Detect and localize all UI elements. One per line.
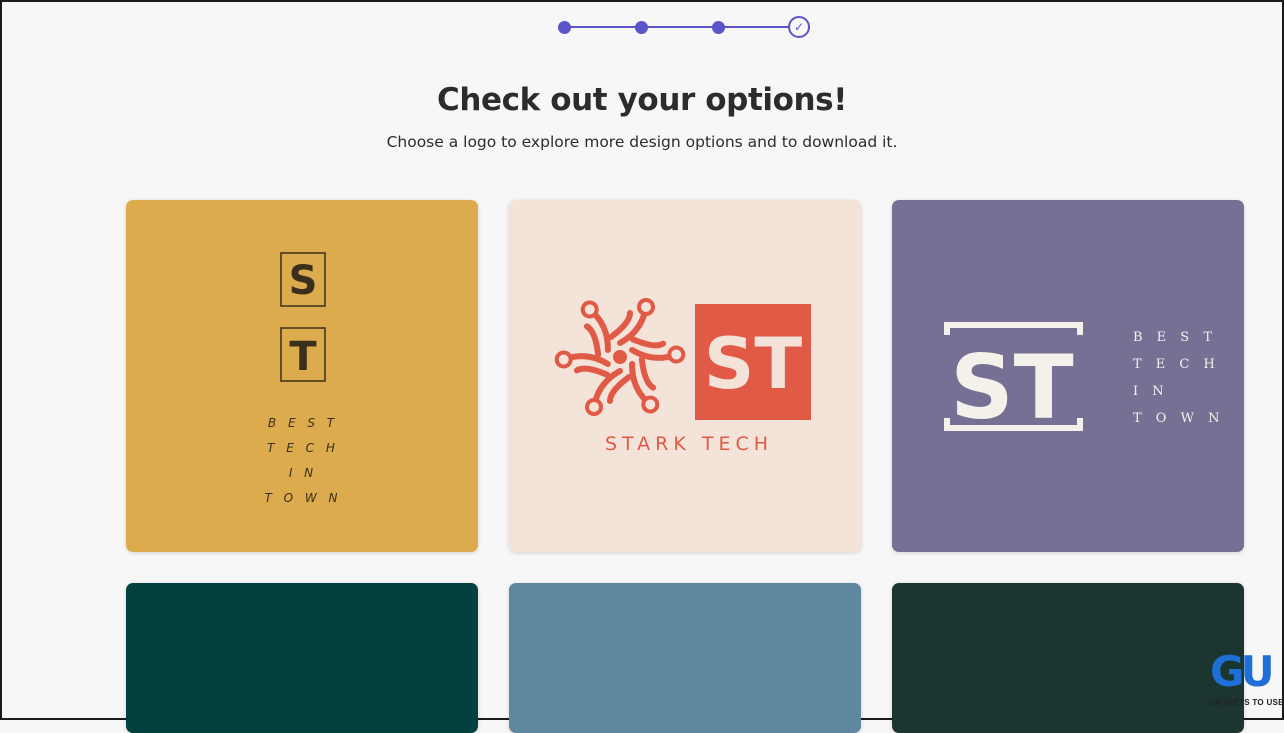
logo-2-monogram: ST — [704, 323, 802, 405]
stepper-line — [566, 26, 798, 28]
logo-2-brand-name: STARK TECH — [605, 433, 773, 455]
step-3-complete[interactable] — [712, 21, 725, 34]
logo-5-background — [509, 583, 861, 733]
watermark-logo: GU GADGETS TO USE — [1208, 650, 1284, 720]
logo-1-tagline-line: B E S T — [268, 416, 338, 430]
logo-option-5[interactable] — [509, 583, 861, 733]
logo-3-artwork: ST B E S T T E C H I N T O W N — [892, 200, 1244, 552]
step-2-complete[interactable] — [635, 21, 648, 34]
logo-1-letter: S — [289, 258, 318, 304]
logo-1-letter: T — [289, 334, 317, 380]
logo-4-background — [126, 583, 478, 733]
logo-1-artwork: S T B E S T T E C H I N T O W N — [126, 200, 478, 552]
logo-3-tagline-line: I N — [1133, 384, 1169, 399]
logo-1-tagline-line: T O W N — [264, 491, 341, 505]
watermark-text: GADGETS TO USE — [1208, 698, 1284, 707]
logo-6-artwork — [892, 583, 1244, 733]
step-4-current-check-icon: ✓ — [788, 16, 810, 38]
logo-6-background — [892, 583, 1244, 733]
page-title: Check out your options! — [437, 82, 847, 118]
logo-4-artwork — [126, 583, 478, 733]
logo-3-tagline-line: T E C H — [1133, 357, 1220, 372]
logo-1-tagline-line: I N — [289, 466, 317, 480]
logo-1-tagline-line: T E C H — [267, 441, 339, 455]
logo-option-3[interactable]: ST B E S T T E C H I N T O W N — [892, 200, 1244, 552]
step-1-complete[interactable] — [558, 21, 571, 34]
watermark-mark: GU — [1210, 647, 1275, 696]
logo-option-6[interactable] — [892, 583, 1244, 733]
logo-3-monogram: ST — [950, 336, 1073, 439]
logo-3-tagline-line: B E S T — [1133, 330, 1217, 345]
logo-5-artwork — [509, 583, 861, 733]
logo-3-tagline-line: T O W N — [1133, 411, 1224, 426]
logo-option-4[interactable] — [126, 583, 478, 733]
page-subtitle: Choose a logo to explore more design opt… — [386, 133, 898, 151]
logo-option-2[interactable]: ST STARK TECH — [509, 200, 861, 552]
progress-stepper: ✓ — [558, 15, 814, 39]
logo-2-artwork: ST STARK TECH — [509, 200, 861, 552]
logo-option-1[interactable]: S T B E S T T E C H I N T O W N — [126, 200, 478, 552]
